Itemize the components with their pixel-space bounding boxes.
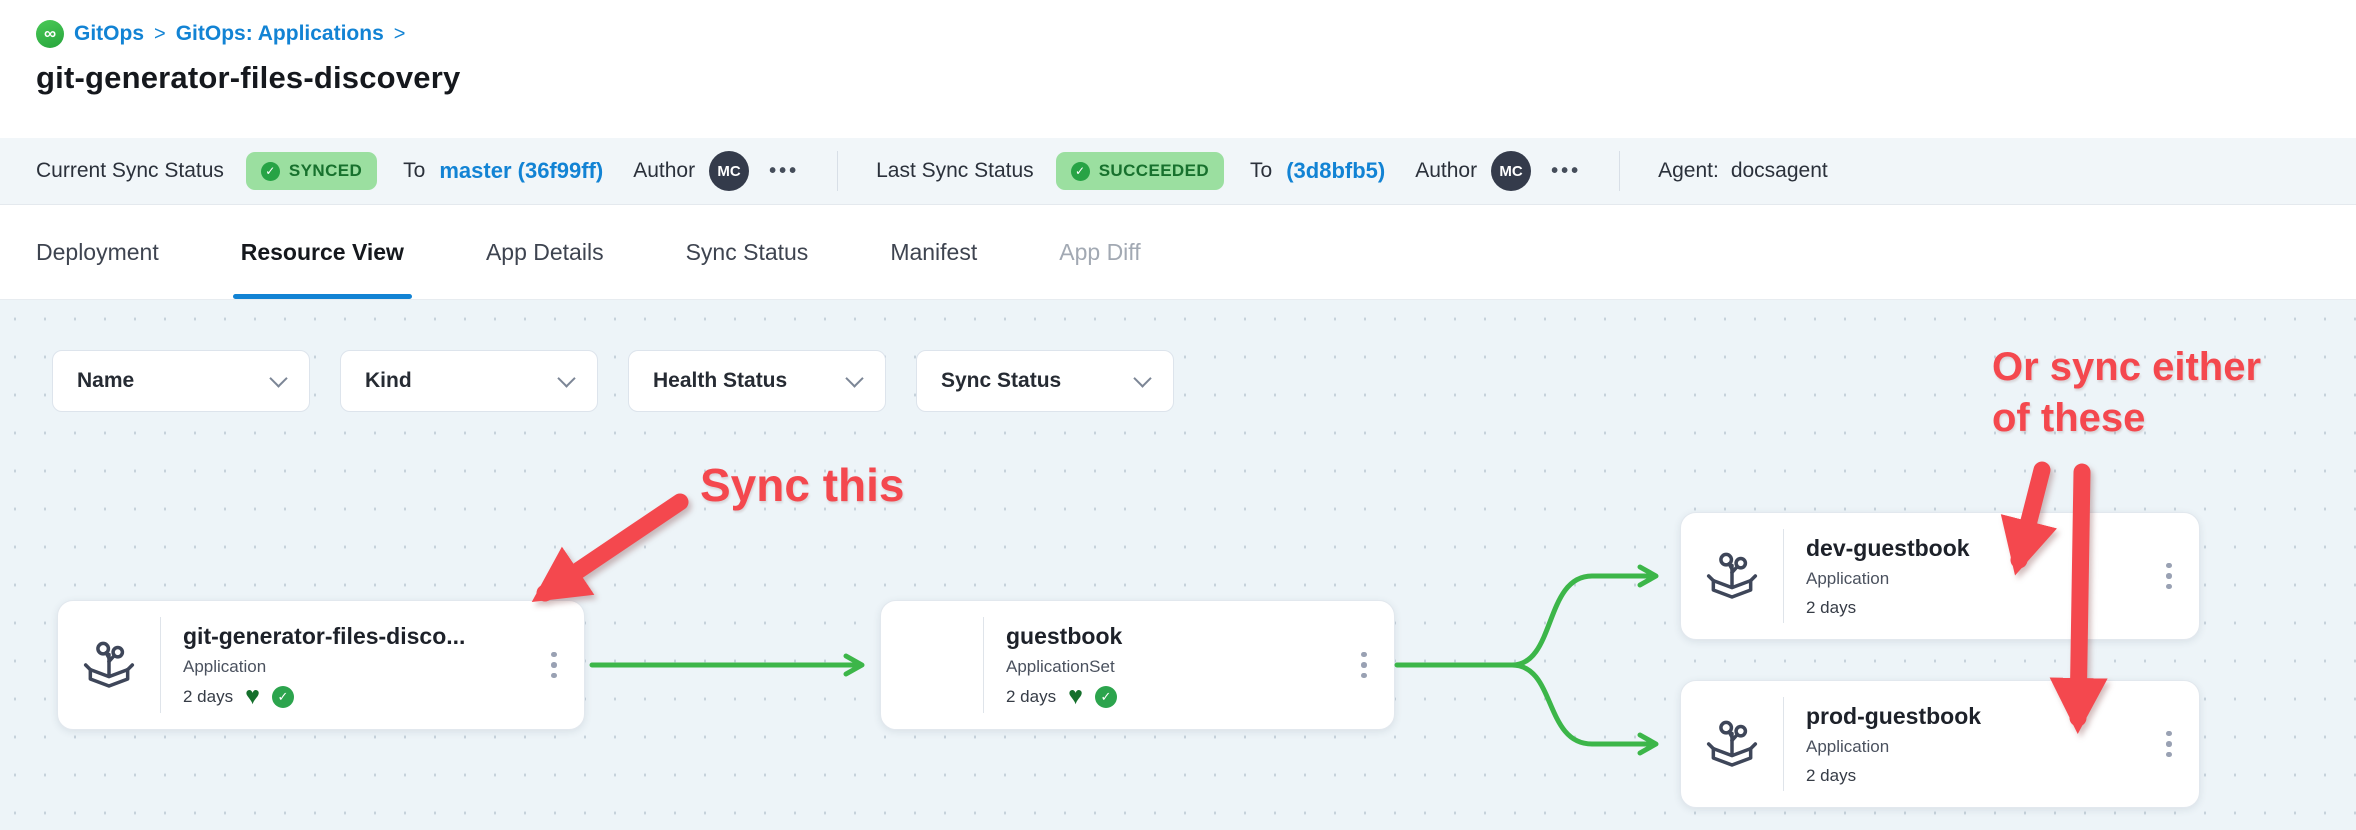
application-icon xyxy=(1681,548,1783,604)
current-more-icon[interactable]: ••• xyxy=(769,160,799,183)
health-heart-icon: ♥ xyxy=(1068,688,1083,705)
node-title: prod-guestbook xyxy=(1806,703,2137,730)
breadcrumb-separator: > xyxy=(154,23,166,46)
node-age: 2 days xyxy=(1806,598,1856,618)
divider xyxy=(1619,151,1620,191)
sync-status-bar: Current Sync Status ✓ SYNCED To master (… xyxy=(0,138,2356,205)
graph-node-git-generator-files-discovery[interactable]: git-generator-files-disco... Application… xyxy=(57,600,585,730)
chevron-down-icon xyxy=(1133,369,1151,387)
graph-node-guestbook[interactable]: guestbook ApplicationSet 2 days ♥ ✓ xyxy=(880,600,1395,730)
filter-dropdown-sync-status[interactable]: Sync Status xyxy=(916,350,1174,412)
filter-dropdown-health-status[interactable]: Health Status xyxy=(628,350,886,412)
synced-check-icon: ✓ xyxy=(272,686,294,708)
chevron-down-icon xyxy=(557,369,575,387)
node-title: dev-guestbook xyxy=(1806,535,2137,562)
tab-deployment[interactable]: Deployment xyxy=(36,205,159,299)
annotation-or-sync-either: Or sync either of these xyxy=(1992,342,2261,444)
chevron-down-icon xyxy=(269,369,287,387)
page-header: ∞ GitOps > GitOps: Applications > git-ge… xyxy=(0,0,2356,138)
resource-graph-canvas: Name Kind Health Status Sync Status Sync… xyxy=(0,300,2356,830)
tab-bar: Deployment Resource View App Details Syn… xyxy=(0,205,2356,300)
filter-label: Health Status xyxy=(653,369,787,393)
filter-dropdown-name[interactable]: Name xyxy=(52,350,310,412)
current-to-label: To xyxy=(403,159,425,183)
application-icon xyxy=(58,637,160,693)
synced-check-icon: ✓ xyxy=(1095,686,1117,708)
last-to-label: To xyxy=(1250,159,1272,183)
breadcrumb: ∞ GitOps > GitOps: Applications > xyxy=(36,20,2356,48)
filter-label: Kind xyxy=(365,369,412,393)
filter-label: Sync Status xyxy=(941,369,1061,393)
current-author-avatar[interactable]: MC xyxy=(709,151,749,191)
check-circle-icon: ✓ xyxy=(261,162,280,181)
page-title: git-generator-files-discovery xyxy=(36,60,2356,96)
graph-node-dev-guestbook[interactable]: dev-guestbook Application 2 days xyxy=(1680,512,2200,640)
node-menu-kebab-icon[interactable] xyxy=(2145,731,2193,758)
synced-badge-label: SYNCED xyxy=(289,161,362,181)
application-icon xyxy=(1681,716,1783,772)
node-body: prod-guestbook Application 2 days xyxy=(1784,688,2145,801)
node-meta: 2 days ♥ ✓ xyxy=(183,686,522,708)
node-kind: Application xyxy=(1806,737,2137,757)
current-sync-status-label: Current Sync Status xyxy=(36,159,224,183)
health-heart-icon: ♥ xyxy=(245,688,260,705)
breadcrumb-link-applications[interactable]: GitOps: Applications xyxy=(176,22,384,46)
node-kind: Application xyxy=(1806,569,2137,589)
node-body: git-generator-files-disco... Application… xyxy=(161,608,530,723)
succeeded-status-badge: ✓ SUCCEEDED xyxy=(1056,152,1224,190)
breadcrumb-link-gitops[interactable]: GitOps xyxy=(74,22,144,46)
last-commit-link[interactable]: (3d8bfb5) xyxy=(1286,158,1385,184)
node-meta: 2 days ♥ ✓ xyxy=(1006,686,1332,708)
node-kind: Application xyxy=(183,657,522,677)
tab-manifest[interactable]: Manifest xyxy=(890,205,977,299)
node-menu-kebab-icon[interactable] xyxy=(2145,563,2193,590)
tab-resource-view[interactable]: Resource View xyxy=(241,205,404,299)
current-author-label: Author xyxy=(633,159,695,183)
annotation-sync-this: Sync this xyxy=(700,458,905,512)
annotation-line: Or sync either xyxy=(1992,342,2261,393)
check-circle-icon: ✓ xyxy=(1071,162,1090,181)
node-meta: 2 days xyxy=(1806,766,2137,786)
tab-app-details[interactable]: App Details xyxy=(486,205,604,299)
node-age: 2 days xyxy=(1006,687,1056,707)
node-meta: 2 days xyxy=(1806,598,2137,618)
last-more-icon[interactable]: ••• xyxy=(1551,160,1581,183)
node-menu-kebab-icon[interactable] xyxy=(1340,652,1388,679)
agent-label: Agent: xyxy=(1658,159,1719,183)
node-kind: ApplicationSet xyxy=(1006,657,1332,677)
agent-value: docsagent xyxy=(1731,159,1828,183)
synced-status-badge: ✓ SYNCED xyxy=(246,152,377,190)
node-body: dev-guestbook Application 2 days xyxy=(1784,520,2145,633)
graph-node-prod-guestbook[interactable]: prod-guestbook Application 2 days xyxy=(1680,680,2200,808)
succeeded-badge-label: SUCCEEDED xyxy=(1099,161,1209,181)
filter-dropdown-kind[interactable]: Kind xyxy=(340,350,598,412)
last-sync-status-label: Last Sync Status xyxy=(876,159,1034,183)
node-title: guestbook xyxy=(1006,623,1332,650)
divider xyxy=(837,151,838,191)
node-menu-kebab-icon[interactable] xyxy=(530,652,578,679)
tab-app-diff[interactable]: App Diff xyxy=(1059,205,1140,299)
current-commit-link[interactable]: master (36f99ff) xyxy=(439,158,603,184)
breadcrumb-separator: > xyxy=(394,23,406,46)
node-title: git-generator-files-disco... xyxy=(183,623,522,650)
annotation-line: of these xyxy=(1992,393,2261,444)
node-age: 2 days xyxy=(183,687,233,707)
tab-sync-status[interactable]: Sync Status xyxy=(686,205,809,299)
chevron-down-icon xyxy=(845,369,863,387)
gitops-logo-icon: ∞ xyxy=(36,20,64,48)
node-age: 2 days xyxy=(1806,766,1856,786)
last-author-label: Author xyxy=(1415,159,1477,183)
filter-bar: Name Kind Health Status Sync Status xyxy=(52,350,1174,412)
filter-label: Name xyxy=(77,369,134,393)
last-author-avatar[interactable]: MC xyxy=(1491,151,1531,191)
node-body: guestbook ApplicationSet 2 days ♥ ✓ xyxy=(984,608,1340,723)
